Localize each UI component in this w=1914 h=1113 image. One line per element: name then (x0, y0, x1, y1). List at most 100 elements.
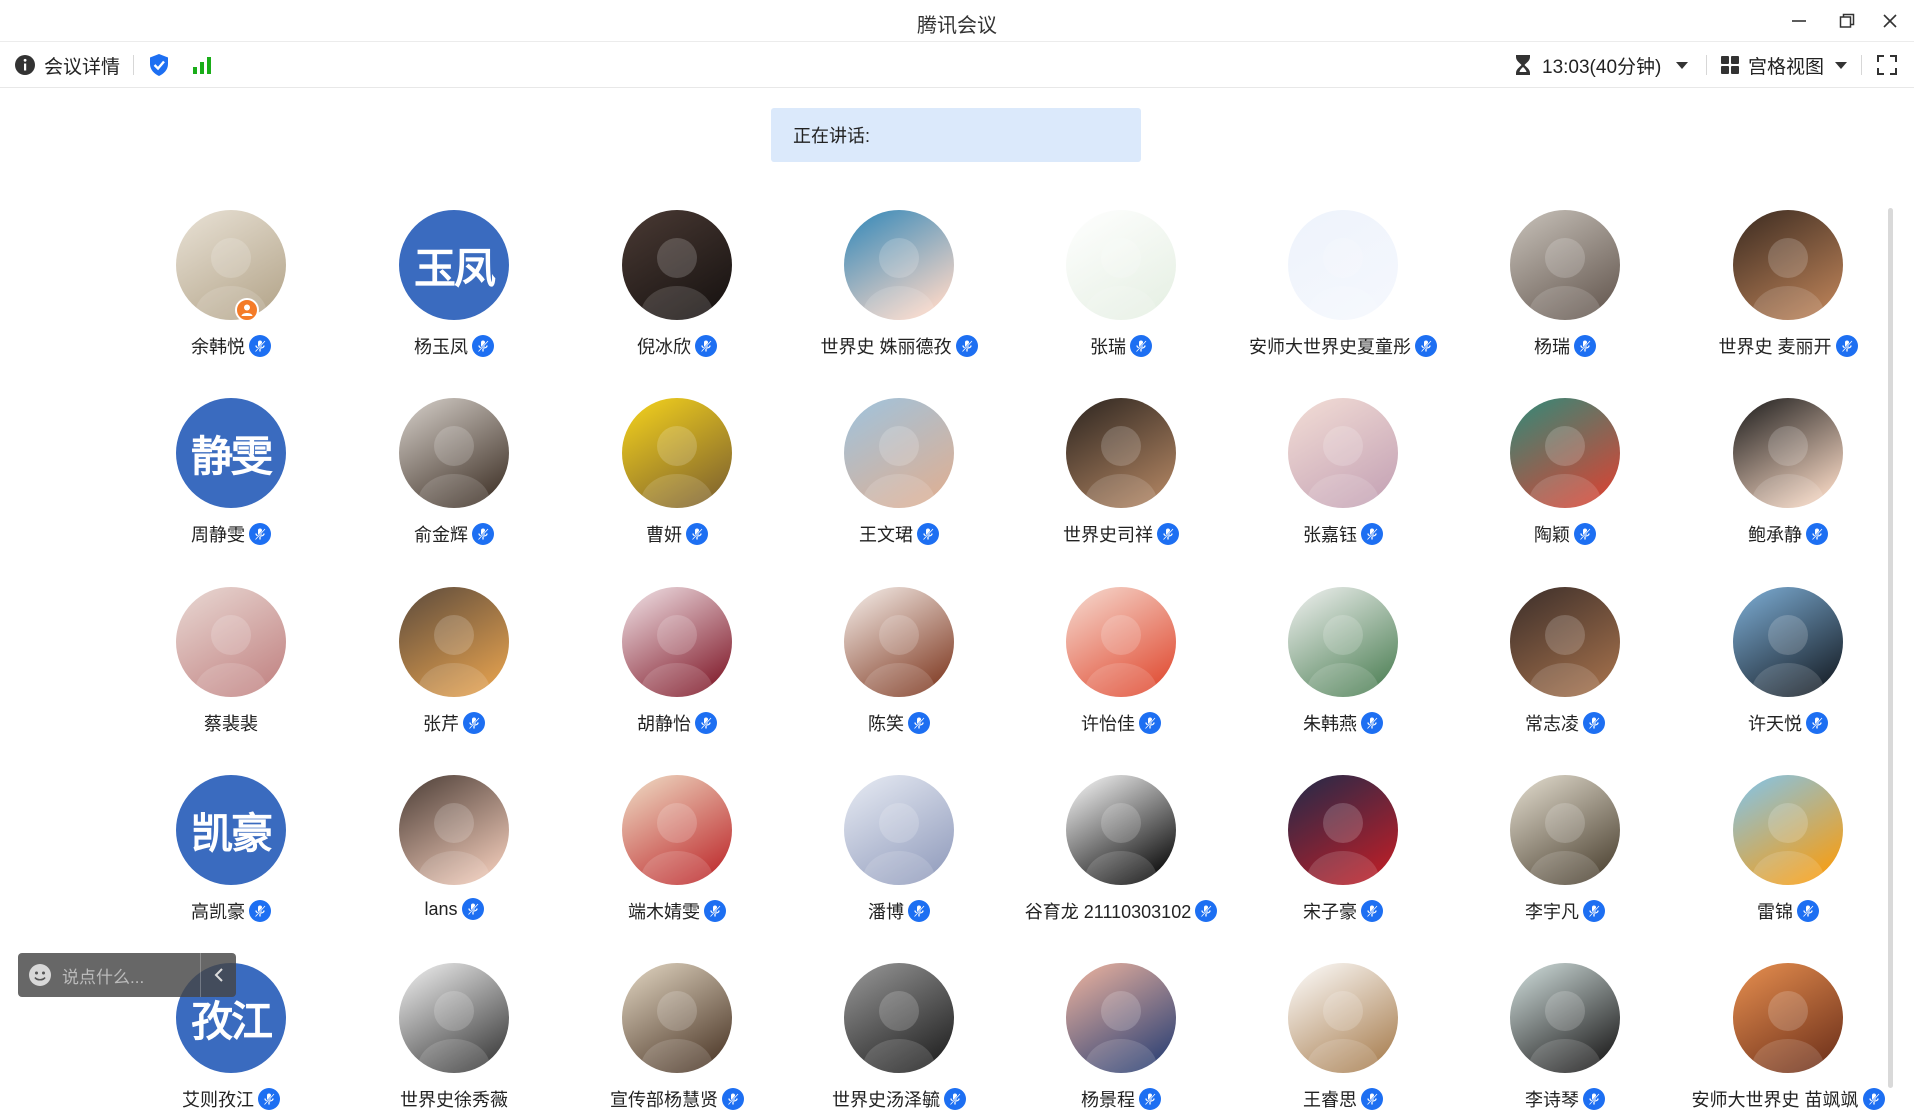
avatar-photo[interactable] (1288, 587, 1398, 697)
participant-tile[interactable]: 凯豪高凯豪 (120, 775, 342, 955)
mic-status-icon (249, 900, 271, 922)
avatar-photo[interactable] (399, 587, 509, 697)
avatar-photo[interactable] (1288, 963, 1398, 1073)
avatar-photo[interactable] (1066, 210, 1176, 320)
avatar-image (844, 775, 954, 885)
avatar-photo[interactable] (844, 587, 954, 697)
participant-tile[interactable]: 张芹 (343, 587, 565, 767)
avatar-photo[interactable] (176, 587, 286, 697)
avatar-photo[interactable] (1288, 398, 1398, 508)
participant-name: 陈笑 (868, 714, 904, 734)
participant-tile[interactable]: 玉凤 杨玉凤 (343, 210, 565, 390)
avatar-photo[interactable] (1510, 587, 1620, 697)
participant-tile[interactable]: 安师大世界史夏童彤 (1232, 210, 1454, 390)
avatar-photo[interactable] (1733, 775, 1843, 885)
participant-tile[interactable]: 陶颖 (1454, 398, 1676, 578)
participant-tile[interactable]: 倪冰欣 (566, 210, 788, 390)
avatar-photo[interactable] (1733, 963, 1843, 1073)
avatar-photo[interactable] (1510, 775, 1620, 885)
avatar-photo[interactable] (844, 775, 954, 885)
avatar-photo[interactable] (1510, 963, 1620, 1073)
participant-tile[interactable]: lans (343, 775, 565, 955)
avatar-photo[interactable] (399, 775, 509, 885)
participant-tile[interactable]: 世界史司祥 (1010, 398, 1232, 578)
participant-name: 雷锦 (1757, 902, 1793, 922)
avatar-photo[interactable] (844, 963, 954, 1073)
avatar-photo[interactable] (622, 210, 732, 320)
participant-tile[interactable]: 静雯 周静雯 (120, 398, 342, 578)
participant-tile[interactable]: 鲍承静 (1677, 398, 1899, 578)
participant-name: 倪冰欣 (637, 337, 691, 357)
participant-name: 鲍承静 (1748, 525, 1802, 545)
participant-name: 王睿思 (1303, 1090, 1357, 1110)
participant-tile[interactable]: 曹妍 (566, 398, 788, 578)
avatar-photo[interactable] (622, 398, 732, 508)
avatar-image (1288, 963, 1398, 1073)
avatar-image (844, 398, 954, 508)
avatar-photo[interactable] (622, 963, 732, 1073)
mic-status-icon (1361, 712, 1383, 734)
participant-tile[interactable]: 王文珺 (788, 398, 1010, 578)
participant-tile[interactable]: 俞金辉 (343, 398, 565, 578)
avatar-photo[interactable] (1510, 398, 1620, 508)
participant-tile[interactable]: 谷育龙 21110303102 (1010, 775, 1232, 955)
avatar-initials[interactable]: 静雯 (176, 398, 286, 508)
participant-tile[interactable]: 雷锦 (1677, 775, 1899, 955)
avatar-photo[interactable] (1066, 587, 1176, 697)
avatar-initials[interactable]: 玉凤 (399, 210, 509, 320)
participant-tile[interactable]: 李宇凡 (1454, 775, 1676, 955)
avatar-photo[interactable] (176, 210, 286, 320)
participant-tile[interactable]: 世界史 麦丽开 (1677, 210, 1899, 390)
avatar-photo[interactable] (399, 963, 509, 1073)
participant-tile[interactable]: 安师大世界史 苗飒飒 (1677, 963, 1899, 1113)
participant-name: 世界史汤泽毓 (832, 1090, 940, 1110)
mic-status-icon (1835, 335, 1858, 357)
avatar-image (1066, 963, 1176, 1073)
mic-status-icon (917, 523, 939, 545)
avatar-initials[interactable]: 凯豪 (176, 775, 286, 885)
participant-tile[interactable]: 杨瑞 (1454, 210, 1676, 390)
participant-tile[interactable]: 胡静怡 (566, 587, 788, 767)
participant-name: 俞金辉 (414, 525, 468, 545)
participant-name: 高凯豪 (191, 902, 245, 922)
avatar-photo[interactable] (1733, 398, 1843, 508)
mic-status-icon (1574, 335, 1596, 357)
emoji-icon[interactable] (28, 963, 52, 987)
avatar-image (1288, 398, 1398, 508)
participant-tile[interactable]: 端木婧雯 (566, 775, 788, 955)
avatar-photo[interactable] (622, 587, 732, 697)
mic-status-icon (1130, 335, 1152, 357)
participant-tile[interactable]: 许天悦 (1677, 587, 1899, 767)
chat-input-bar[interactable]: 说点什么... (18, 953, 236, 997)
participant-tile[interactable]: 张嘉钰 (1232, 398, 1454, 578)
mic-status-icon (944, 1088, 966, 1110)
avatar-photo[interactable] (1066, 775, 1176, 885)
avatar-photo[interactable] (1288, 210, 1398, 320)
participant-tile[interactable]: 潘博 (788, 775, 1010, 955)
participant-tile[interactable]: 陈笑 (788, 587, 1010, 767)
avatar-photo[interactable] (399, 398, 509, 508)
participant-tile[interactable]: 朱韩燕 (1232, 587, 1454, 767)
avatar-photo[interactable] (1288, 775, 1398, 885)
participant-tile[interactable]: 蔡裴裴 (120, 587, 342, 767)
avatar-photo[interactable] (1066, 963, 1176, 1073)
avatar-photo[interactable] (1510, 210, 1620, 320)
avatar-photo[interactable] (622, 775, 732, 885)
avatar-photo[interactable] (1066, 398, 1176, 508)
avatar-image (399, 775, 509, 885)
participant-tile[interactable]: 许怡佳 (1010, 587, 1232, 767)
avatar-photo[interactable] (844, 398, 954, 508)
avatar-photo[interactable] (844, 210, 954, 320)
chat-placeholder[interactable]: 说点什么... (62, 963, 200, 988)
participant-tile[interactable]: 余韩悦 (120, 210, 342, 390)
chat-collapse-button[interactable] (200, 953, 236, 997)
participant-tile[interactable]: 张瑞 (1010, 210, 1232, 390)
participant-name: 艾则孜江 (182, 1090, 254, 1110)
participant-name: 杨景程 (1081, 1090, 1135, 1110)
participant-tile[interactable]: 常志凌 (1454, 587, 1676, 767)
participant-tile[interactable]: 宋子豪 (1232, 775, 1454, 955)
participant-tile[interactable]: 世界史 姝丽德孜 (788, 210, 1010, 390)
grid-scrollbar[interactable] (1888, 208, 1893, 1088)
avatar-photo[interactable] (1733, 210, 1843, 320)
avatar-photo[interactable] (1733, 587, 1843, 697)
